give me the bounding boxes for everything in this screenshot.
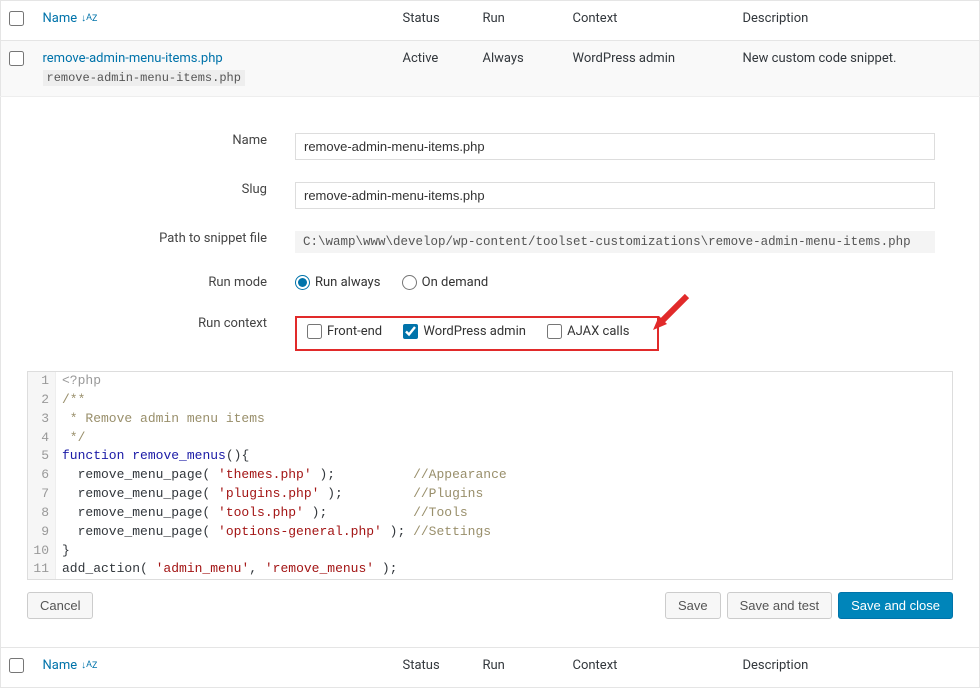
sort-by-name-bottom[interactable]: Name ↓AZ [43,658,98,673]
save-test-button[interactable]: Save and test [727,592,833,619]
cancel-button[interactable]: Cancel [27,592,93,619]
snippet-slug: remove-admin-menu-items.php [43,70,245,86]
ctx-admin-option[interactable]: WordPress admin [403,324,526,339]
header-row: Name ↓AZ Status Run Context Description [1,1,980,41]
ctx-frontend-checkbox[interactable] [307,324,322,339]
form-table: Name Slug Path to snippet file C:\wamp\w… [27,121,953,363]
runcontext-highlight: Front-end WordPress admin AJAX calls [295,316,659,351]
ctx-admin-checkbox[interactable] [403,324,418,339]
runmode-always-option[interactable]: Run always [295,275,380,290]
editor-row: Name Slug Path to snippet file C:\wamp\w… [1,97,980,648]
col-description-label[interactable]: Description [735,1,980,41]
row-checkbox[interactable] [9,51,24,66]
sort-icon: ↓AZ [81,661,97,671]
runmode-ondemand-radio[interactable] [402,275,417,290]
path-value: C:\wamp\www\develop/wp-content/toolset-c… [295,231,935,253]
action-bar: Cancel Save Save and test Save and close [27,592,953,619]
arrow-icon [647,294,691,340]
table-row: remove-admin-menu-items.php remove-admin… [1,41,980,97]
name-label: Name [29,123,285,170]
save-button[interactable]: Save [665,592,721,619]
row-status: Active [395,41,475,97]
col-status-label[interactable]: Status [395,1,475,41]
footer-row: Name ↓AZ Status Run Context Description [1,648,980,688]
sort-by-name[interactable]: Name ↓AZ [43,11,98,26]
row-description: New custom code snippet. [735,41,980,97]
ctx-frontend-option[interactable]: Front-end [307,324,382,339]
ctx-ajax-option[interactable]: AJAX calls [547,324,629,339]
code-editor[interactable]: 1<?php2/**3 * Remove admin menu items4 *… [27,371,953,580]
name-input[interactable] [295,133,935,160]
col-name-label: Name [43,11,78,26]
row-run: Always [475,41,565,97]
snippet-name-link[interactable]: remove-admin-menu-items.php [43,51,223,66]
save-close-button[interactable]: Save and close [838,592,953,619]
select-all-bottom[interactable] [9,658,24,673]
runmode-label: Run mode [29,265,285,304]
ctx-ajax-checkbox[interactable] [547,324,562,339]
runmode-always-radio[interactable] [295,275,310,290]
runmode-ondemand-option[interactable]: On demand [402,275,489,290]
row-context: WordPress admin [565,41,735,97]
col-run-label[interactable]: Run [475,1,565,41]
snippets-table: Name ↓AZ Status Run Context Description … [0,0,980,688]
runctx-label: Run context [29,306,285,361]
col-context-label[interactable]: Context [565,1,735,41]
path-label: Path to snippet file [29,221,285,263]
sort-icon: ↓AZ [81,14,97,24]
select-all-top[interactable] [9,11,24,26]
slug-label: Slug [29,172,285,219]
slug-input[interactable] [295,182,935,209]
